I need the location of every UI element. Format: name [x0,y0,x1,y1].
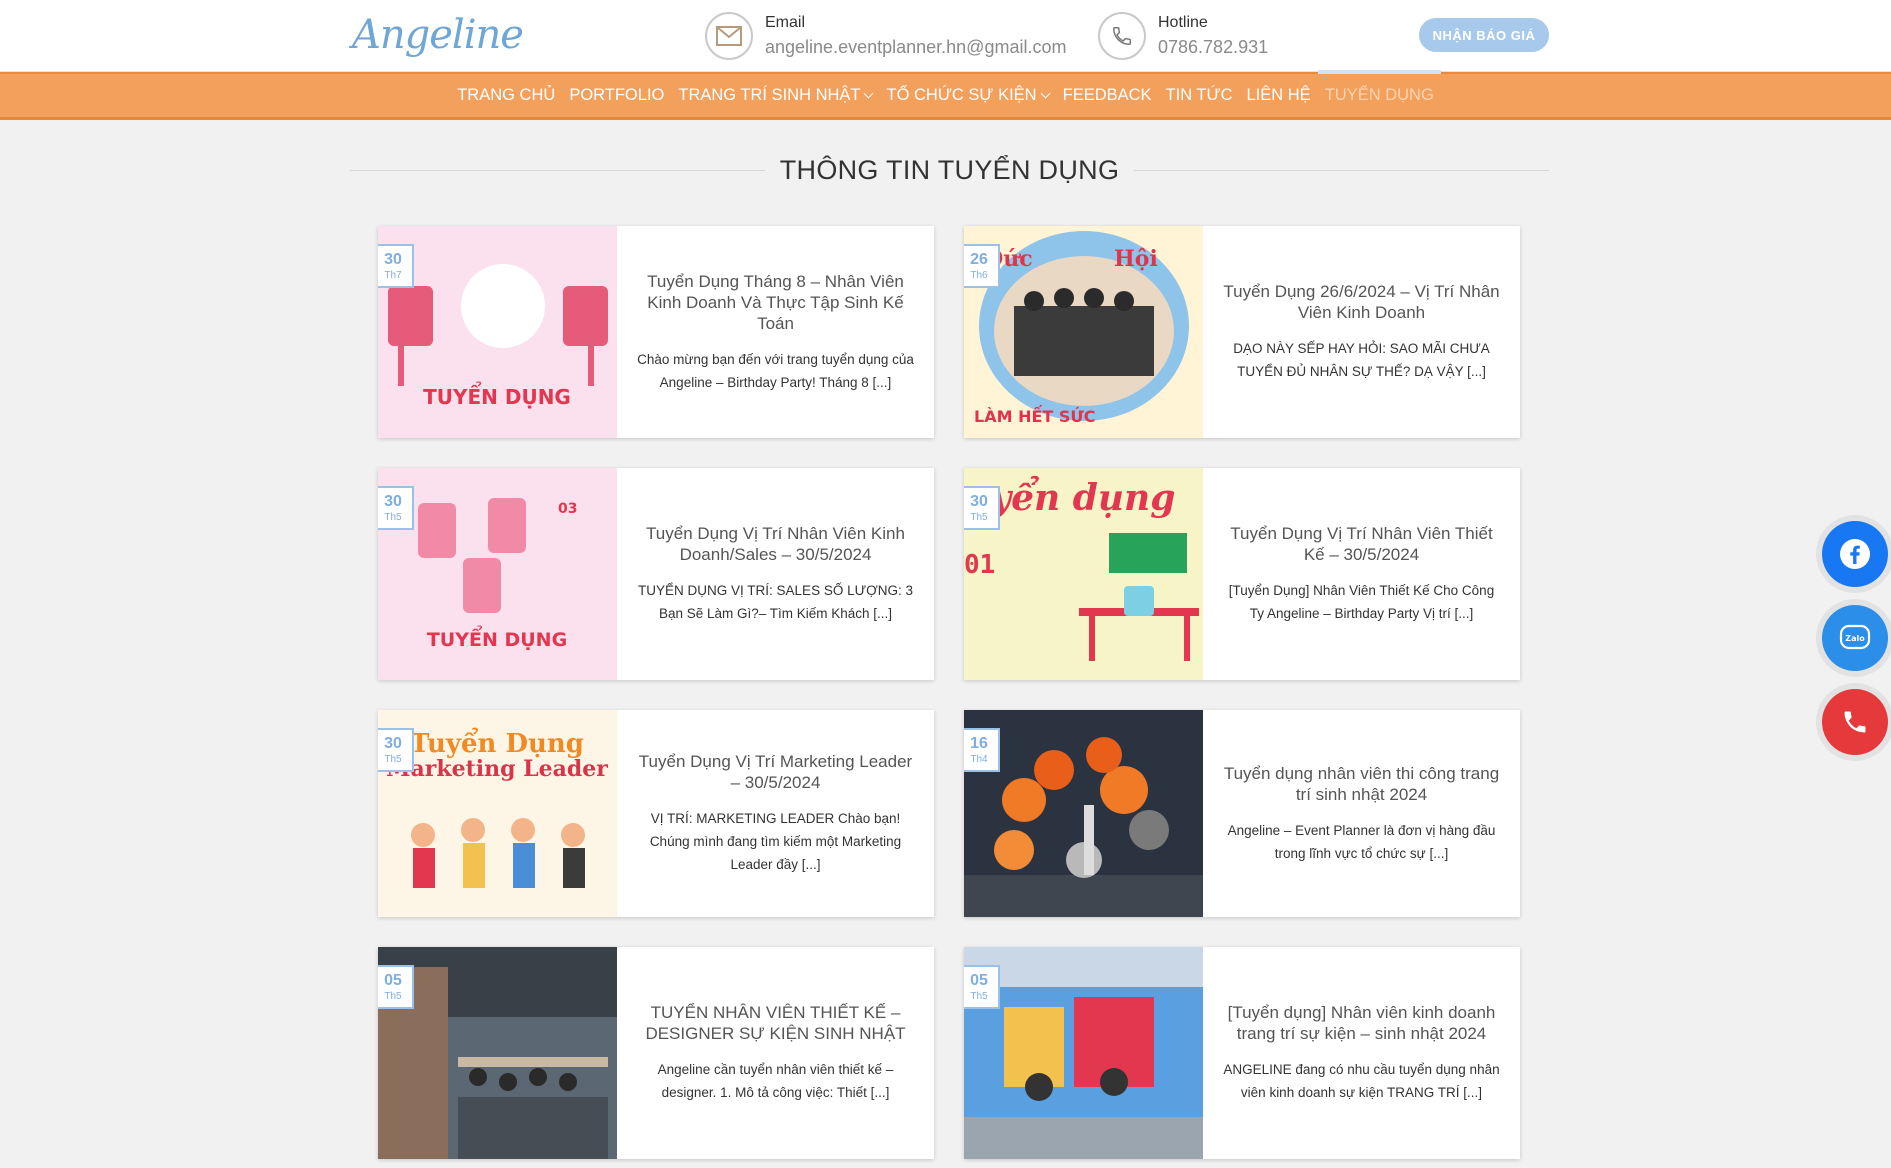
post-card[interactable]: Đức Hội LÀM HẾT SỨC 26 Th6 Tuyển Dụng 26/6/… [964,226,1520,438]
top-header: Angeline Email angeline.eventplanner.hn@… [0,0,1891,72]
main-nav: TRANG CHỦ PORTFOLIO TRANG TRÍ SINH NHẬT … [0,70,1891,117]
nav-item-contact[interactable]: LIÊN HỆ [1240,74,1318,117]
post-excerpt: Angeline – Event Planner là đơn vị hàng … [1227,822,1496,861]
post-excerpt: VỊ TRÍ: MARKETING LEADER Chào bạn! Chúng… [649,811,902,872]
post-card[interactable]: 03 TUYỂN DỤNG 30 Th5 Tuyển Dụng Vị Trí Nhâ… [378,468,934,680]
date-badge: 05 Th5 [378,965,414,1009]
svg-text:Zalo: Zalo [1845,634,1865,643]
nav-item-portfolio[interactable]: PORTFOLIO [562,74,671,117]
post-title[interactable]: Tuyển dụng nhân viên thi công trang trí … [1221,763,1502,805]
site-logo[interactable]: Angeline [352,12,524,62]
post-title[interactable]: TUYỂN NHÂN VIÊN THIẾT KẾ – DESIGNER SỰ K… [635,1002,916,1044]
logo-text: Angeline [352,12,524,58]
post-title[interactable]: Tuyển Dụng Vị Trí Nhân Viên Kinh Doanh/S… [635,523,916,565]
post-body: Tuyển Dụng Vị Trí Nhân Viên Kinh Doanh/S… [617,468,934,680]
post-title[interactable]: Tuyển Dụng 26/6/2024 – Vị Trí Nhân Viên … [1221,281,1502,323]
phone-icon [1098,12,1146,60]
post-title[interactable]: [Tuyển dụng] Nhân viên kinh doanh trang … [1221,1002,1502,1044]
post-card[interactable]: Tuyển Dụng Marketing Leader 30 Th5 Tuyển D… [378,710,934,917]
post-thumbnail[interactable]: 16 Th4 [964,710,1203,917]
post-body: Tuyển Dụng 26/6/2024 – Vị Trí Nhân Viên … [1203,226,1520,438]
nav-item-home[interactable]: TRANG CHỦ [450,74,562,117]
date-badge: 26 Th6 [964,244,1000,288]
date-badge: 30 Th7 [378,244,414,288]
facebook-button[interactable] [1822,521,1888,587]
zalo-icon: Zalo [1839,624,1871,650]
post-thumbnail[interactable]: TUYỂN DỤNG 30 Th7 [378,226,617,438]
nav-item-birthday-decor[interactable]: TRANG TRÍ SINH NHẬT [671,74,879,117]
post-card[interactable]: 05 Th5 [Tuyển dụng] Nhân viên kinh doanh … [964,947,1520,1159]
get-quote-button[interactable]: NHẬN BÁO GIÁ [1419,18,1549,52]
post-excerpt: DẠO NÀY SẾP HAY HỎI: SAO MÃI CHƯA TUYỂN … [1233,341,1490,379]
svg-text:01: 01 [964,550,995,580]
post-card[interactable]: 05 Th5 TUYỂN NHÂN VIÊN THIẾT KẾ – DESIGNE… [378,947,934,1159]
thumb-caption: TUYỂN DỤNG [423,383,571,409]
post-body: Tuyển dụng nhân viên thi công trang trí … [1203,710,1520,917]
svg-text:03: 03 [558,501,577,517]
facebook-icon [1840,539,1870,569]
call-button[interactable] [1822,689,1888,755]
post-body: TUYỂN NHÂN VIÊN THIẾT KẾ – DESIGNER SỰ K… [617,947,934,1159]
chevron-down-icon [1040,88,1051,99]
hotline-contact: Hotline 0786.782.931 [1098,12,1268,60]
post-card[interactable]: TUYỂN DỤNG 30 Th7 Tuyển Dụng Tháng 8 – Nh… [378,226,934,438]
email-contact: Email angeline.eventplanner.hn@gmail.com [705,12,1066,60]
post-body: [Tuyển dụng] Nhân viên kinh doanh trang … [1203,947,1520,1159]
thumb-caption: LÀM HẾT SỨC [974,405,1096,426]
post-title[interactable]: Tuyển Dụng Tháng 8 – Nhân Viên Kinh Doan… [635,271,916,334]
section-heading: THÔNG TIN TUYỂN DỤNG [350,150,1549,190]
date-badge: 05 Th5 [964,965,1000,1009]
hotline-label: Hotline [1158,14,1208,31]
page-title: THÔNG TIN TUYỂN DỤNG [779,154,1120,185]
post-title[interactable]: Tuyển Dụng Vị Trí Marketing Leader – 30/… [635,751,916,793]
date-badge: 30 Th5 [378,728,414,772]
post-excerpt: [Tuyển Dụng] Nhân Viên Thiết Kế Cho Công… [1228,583,1495,621]
nav-item-events[interactable]: TỔ CHỨC SỰ KIỆN [879,74,1055,117]
zalo-button[interactable]: Zalo [1822,605,1888,671]
date-badge: 30 Th5 [378,486,414,530]
post-thumbnail[interactable]: uyển dụng 01 30 Th5 [964,468,1203,680]
thumb-caption: Tuyển Dụng [410,727,584,759]
main-nav-bar: TRANG CHỦ PORTFOLIO TRANG TRÍ SINH NHẬT … [0,70,1891,120]
post-thumbnail[interactable]: 03 TUYỂN DỤNG 30 Th5 [378,468,617,680]
post-body: Tuyển Dụng Tháng 8 – Nhân Viên Kinh Doan… [617,226,934,438]
post-card[interactable]: uyển dụng 01 30 Th5 Tuyển Dụng Vị Trí Nhân… [964,468,1520,680]
post-thumbnail[interactable]: 05 Th5 [378,947,617,1159]
post-body: Tuyển Dụng Vị Trí Nhân Viên Thiết Kế – 3… [1203,468,1520,680]
svg-text:Hội: Hội [1114,246,1158,272]
chevron-down-icon [864,88,874,99]
post-excerpt: TUYỂN DỤNG VỊ TRÍ: SALES SỐ LƯỢNG: 3 Bạn… [638,583,913,621]
email-label: Email [765,14,806,31]
post-thumbnail[interactable]: Tuyển Dụng Marketing Leader 30 Th5 [378,710,617,917]
post-excerpt: Angeline cần tuyển nhân viên thiết kế – … [657,1062,894,1100]
date-badge: 30 Th5 [964,486,1000,530]
nav-item-news[interactable]: TIN TỨC [1159,74,1240,117]
divider [350,169,765,171]
nav-item-feedback[interactable]: FEEDBACK [1056,74,1159,117]
nav-item-recruitment[interactable]: TUYỂN DỤNG [1317,70,1441,117]
svg-text:Marketing Leader: Marketing Leader [386,756,608,782]
post-title[interactable]: Tuyển Dụng Vị Trí Nhân Viên Thiết Kế – 3… [1221,523,1502,565]
post-excerpt: ANGELINE đang có nhu cầu tuyển dụng nhân… [1223,1062,1500,1100]
post-thumbnail[interactable]: Đức Hội LÀM HẾT SỨC 26 Th6 [964,226,1203,438]
post-card[interactable]: 16 Th4 Tuyển dụng nhân viên thi công tran… [964,710,1520,917]
thumb-caption: TUYỂN DỤNG [427,625,567,651]
date-badge: 16 Th4 [964,728,1000,772]
envelope-icon [705,12,753,60]
hotline-value[interactable]: 0786.782.931 [1158,34,1268,60]
phone-icon [1844,711,1866,733]
post-thumbnail[interactable]: 05 Th5 [964,947,1203,1159]
post-body: Tuyển Dụng Vị Trí Marketing Leader – 30/… [617,710,934,917]
post-excerpt: Chào mừng bạn đến với trang tuyển dụng c… [637,351,914,390]
email-value[interactable]: angeline.eventplanner.hn@gmail.com [765,34,1066,60]
divider [1134,169,1549,171]
